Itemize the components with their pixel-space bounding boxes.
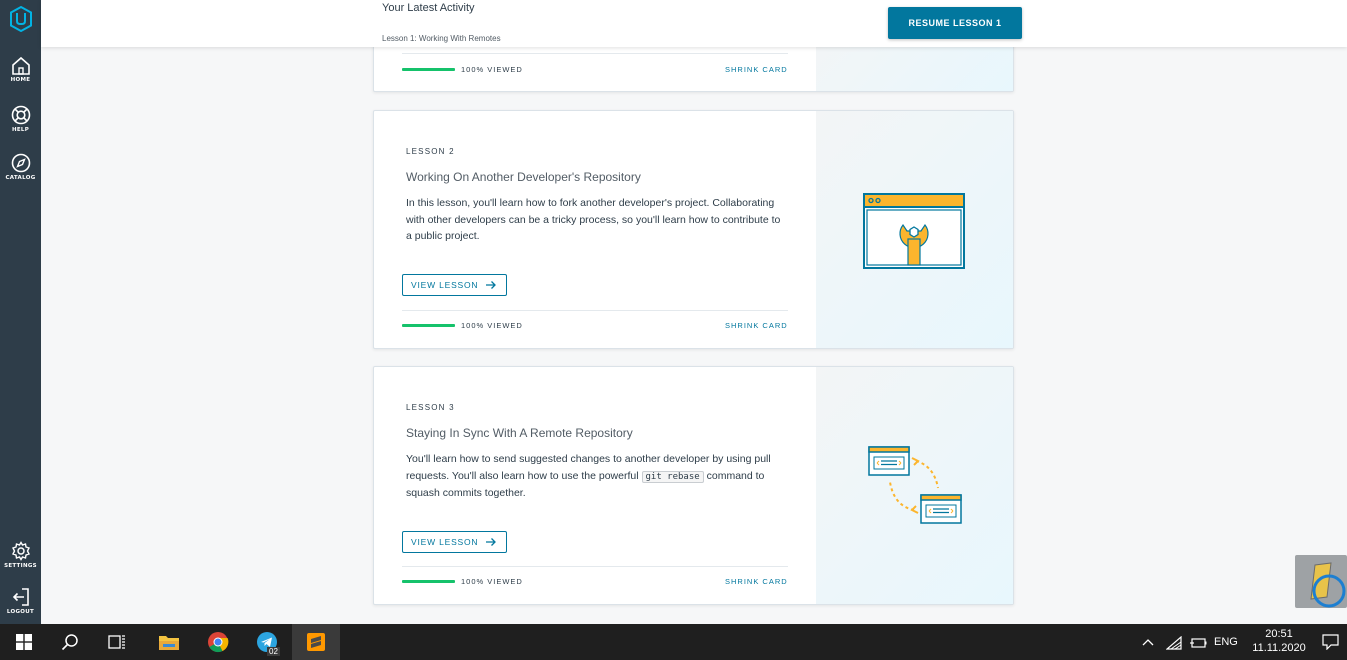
progress-bar — [402, 580, 455, 583]
shrink-card-link[interactable]: SHRINK CARD — [725, 577, 788, 586]
shrink-card-link[interactable]: SHRINK CARD — [725, 321, 788, 330]
view-lesson-label: VIEW LESSON — [411, 280, 479, 290]
sidebar-item-help[interactable]: HELP — [0, 105, 41, 133]
card-divider — [402, 53, 788, 54]
resume-lesson-button[interactable]: RESUME LESSON 1 — [888, 7, 1022, 39]
taskbar-clock[interactable]: 20:51 11.11.2020 — [1247, 627, 1311, 655]
taskbar-chrome[interactable] — [194, 624, 242, 660]
header-subtitle[interactable]: Lesson 1: Working With Remotes — [382, 34, 501, 43]
sidebar-item-label: CATALOG — [5, 175, 36, 181]
browser-wrench-icon — [863, 193, 965, 269]
file-explorer-icon — [159, 636, 179, 650]
header-title: Your Latest Activity — [382, 2, 475, 14]
logout-icon — [12, 588, 29, 606]
floating-app-widget[interactable] — [1295, 555, 1347, 608]
telegram-badge: 02 — [267, 647, 280, 656]
latest-activity-header: Your Latest Activity Lesson 1: Working W… — [41, 0, 1347, 47]
clock-time: 20:51 — [1265, 628, 1293, 640]
sidebar-item-label: HOME — [10, 77, 31, 83]
start-button[interactable] — [0, 624, 48, 660]
compass-icon — [11, 153, 30, 173]
viewed-label: 100% VIEWED — [461, 321, 523, 330]
sidebar-item-label: HELP — [11, 127, 30, 133]
task-view-button[interactable] — [93, 624, 141, 660]
home-icon — [11, 56, 30, 75]
lifebuoy-icon — [11, 105, 30, 125]
sidebar-item-label: SETTINGS — [4, 563, 37, 569]
inline-code: git rebase — [641, 470, 704, 483]
udacity-logo-icon[interactable] — [9, 6, 33, 32]
task-view-icon — [108, 635, 125, 649]
language-indicator[interactable]: ENG — [1214, 636, 1238, 648]
notifications-icon[interactable] — [1322, 634, 1339, 650]
arrow-right-icon — [486, 281, 496, 289]
battery-icon[interactable] — [1189, 637, 1207, 649]
search-icon — [61, 634, 78, 651]
sublime-text-icon — [307, 633, 325, 651]
arrow-right-icon — [486, 538, 496, 546]
taskbar-search-button[interactable] — [46, 624, 94, 660]
sidebar-item-settings[interactable]: SETTINGS — [0, 541, 41, 569]
lesson-description: You'll learn how to send suggested chang… — [406, 451, 786, 502]
card-illustration-panel — [816, 367, 1013, 604]
lesson-title[interactable]: Working On Another Developer's Repositor… — [406, 170, 641, 184]
lesson-card-3: LESSON 3 Staying In Sync With A Remote R… — [373, 366, 1014, 605]
chevron-up-icon[interactable] — [1142, 638, 1154, 646]
lesson-description: In this lesson, you'll learn how to fork… — [406, 197, 781, 242]
windows-taskbar: 02 ENG 20:51 11.11.2020 — [0, 624, 1347, 660]
lesson-card-2: LESSON 2 Working On Another Developer's … — [373, 110, 1014, 349]
progress-bar — [402, 68, 455, 71]
app-widget-icon — [1310, 562, 1346, 608]
sidebar-item-catalog[interactable]: CATALOG — [0, 153, 41, 181]
viewed-label: 100% VIEWED — [461, 65, 523, 74]
sidebar: HOME HELP CATALOG SETTINGS LOGOUT — [0, 0, 41, 624]
lesson-number: LESSON 3 — [406, 403, 455, 412]
viewed-label: 100% VIEWED — [461, 577, 523, 586]
lesson-title[interactable]: Staying In Sync With A Remote Repository — [406, 426, 633, 440]
sidebar-item-logout[interactable]: LOGOUT — [0, 587, 41, 615]
wifi-icon[interactable] — [1166, 636, 1182, 650]
taskbar-telegram[interactable]: 02 — [243, 624, 291, 660]
card-divider — [402, 566, 788, 567]
clock-date: 11.11.2020 — [1252, 642, 1306, 654]
sidebar-item-home[interactable]: HOME — [0, 56, 41, 83]
windows-start-icon — [16, 634, 32, 650]
card-illustration-panel — [816, 111, 1013, 348]
card-divider — [402, 310, 788, 311]
sync-windows-icon — [868, 446, 962, 524]
taskbar-sublime-text[interactable] — [292, 624, 340, 660]
taskbar-file-explorer[interactable] — [145, 624, 193, 660]
view-lesson-button[interactable]: VIEW LESSON — [402, 274, 507, 296]
sidebar-item-label: LOGOUT — [6, 609, 35, 615]
view-lesson-button[interactable]: VIEW LESSON — [402, 531, 507, 553]
shrink-card-link[interactable]: SHRINK CARD — [725, 65, 788, 74]
chrome-icon — [208, 632, 229, 653]
lesson-number: LESSON 2 — [406, 147, 455, 156]
gear-icon — [11, 541, 30, 561]
view-lesson-label: VIEW LESSON — [411, 537, 479, 547]
progress-bar — [402, 324, 455, 327]
